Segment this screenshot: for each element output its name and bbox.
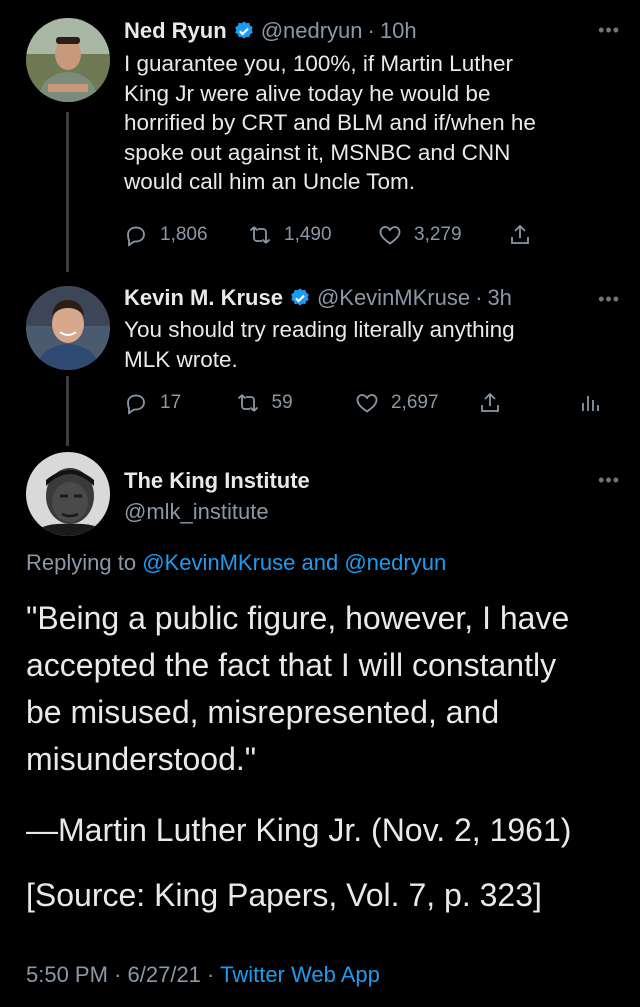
like-button[interactable]: 3,279 [378, 223, 508, 247]
tweet-meta: 5:50 PM · 6/27/21 · Twitter Web App [26, 962, 380, 988]
retweet-count: 59 [271, 392, 293, 413]
quote-line: "Being a public figure, however, I have [26, 600, 570, 636]
tweet-text: I guarantee you, 100%, if Martin Luther … [124, 49, 614, 197]
separator: · [207, 962, 215, 987]
tweet-actions: 1,806 1,490 3,279 [124, 220, 544, 250]
reply-count: 17 [160, 392, 182, 413]
tweet-text: "Being a public figure, however, I have … [26, 595, 626, 783]
author-name[interactable]: Ned Ryun [124, 18, 227, 44]
reply-mention-link[interactable]: @KevinMKruse [142, 550, 295, 575]
retweet-count: 1,490 [284, 224, 332, 245]
reply-icon [127, 394, 145, 415]
reply-mention-link[interactable]: @nedryun [344, 550, 446, 575]
reply-button[interactable]: 17 [124, 391, 236, 415]
text-line: horrified by CRT and BLM and if/when he [124, 110, 536, 135]
more-icon[interactable]: ••• [598, 20, 620, 41]
reply-count: 1,806 [160, 224, 208, 245]
quote-line: accepted the fact that I will constantly [26, 647, 557, 683]
reply-button[interactable]: 1,806 [124, 223, 248, 247]
retweet-button[interactable]: 1,490 [248, 223, 378, 247]
text-line: I guarantee you, 100%, if Martin Luther [124, 51, 513, 76]
author-handle[interactable]: @nedryun [261, 18, 363, 44]
replying-to: Replying to @KevinMKruse and @nedryun [26, 550, 446, 576]
analytics-button[interactable] [578, 391, 614, 415]
retweet-icon [249, 226, 271, 244]
tweet-header: Kevin M. Kruse @KevinMKruse · 3h [124, 285, 512, 311]
text-line: spoke out against it, MSNBC and CNN [124, 139, 511, 165]
text-line: You should try reading literally anythin… [124, 317, 515, 342]
quote-line: be misused, misrepresented, and [26, 694, 500, 730]
avatar[interactable] [26, 286, 110, 370]
text-line: MLK wrote. [124, 346, 238, 372]
share-button[interactable] [478, 391, 578, 415]
tweet-time[interactable]: 10h [380, 18, 417, 44]
share-icon [511, 224, 529, 244]
more-icon[interactable]: ••• [598, 289, 620, 310]
separator: · [475, 285, 483, 310]
retweet-icon [237, 394, 258, 412]
share-icon [481, 392, 500, 412]
tweet-text: You should try reading literally anythin… [124, 315, 614, 374]
separator: · [114, 962, 122, 987]
like-button[interactable]: 2,697 [355, 391, 478, 415]
tweet-actions: 17 59 2,697 [124, 388, 614, 418]
quote-source: [Source: King Papers, Vol. 7, p. 323] [26, 877, 542, 913]
reply-icon [127, 226, 145, 247]
like-count: 2,697 [390, 392, 439, 413]
verified-badge-icon [234, 21, 253, 39]
author-handle[interactable]: @mlk_institute [124, 499, 269, 525]
quote-attribution: —Martin Luther King Jr. (Nov. 2, 1961) [26, 812, 572, 848]
avatar[interactable] [26, 452, 110, 536]
tweet-time[interactable]: 3h [487, 285, 511, 311]
text-line: would call him an Uncle Tom. [124, 169, 415, 194]
more-icon[interactable]: ••• [598, 470, 620, 491]
quote-line: misunderstood." [26, 741, 257, 777]
tweet-header: Ned Ryun @nedryun · 10h [124, 18, 417, 44]
verified-badge-icon [291, 288, 309, 306]
author-name[interactable]: Kevin M. Kruse [124, 285, 283, 311]
separator: · [367, 18, 375, 43]
heart-icon [379, 226, 401, 245]
text-line: King Jr were alive today he would be [124, 80, 491, 106]
thread-line [66, 376, 69, 446]
tweet-time[interactable]: 5:50 PM [26, 962, 108, 987]
source-app-link[interactable]: Twitter Web App [220, 962, 380, 987]
analytics-icon [582, 396, 599, 411]
heart-icon [356, 394, 378, 413]
like-count: 3,279 [414, 224, 462, 245]
retweet-button[interactable]: 59 [236, 391, 355, 415]
tweet-date[interactable]: 6/27/21 [128, 962, 201, 987]
share-button[interactable] [508, 223, 544, 247]
thread-line [66, 112, 69, 272]
avatar[interactable] [26, 18, 110, 102]
author-name[interactable]: The King Institute [124, 468, 310, 494]
author-handle[interactable]: @KevinMKruse [317, 285, 470, 311]
reply-and-text: and [301, 550, 339, 575]
replying-label: Replying to [26, 550, 137, 575]
